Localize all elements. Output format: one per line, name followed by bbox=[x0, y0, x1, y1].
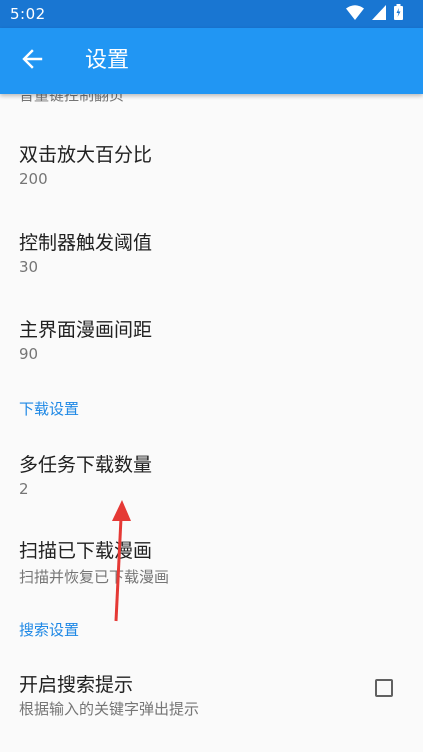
page-title: 设置 bbox=[85, 48, 130, 73]
setting-summary: 200 bbox=[19, 170, 48, 188]
setting-summary: 90 bbox=[19, 345, 39, 363]
partial-setting-summary: 音量键控制翻页 bbox=[19, 94, 125, 104]
setting-multitask-download-count[interactable]: 多任务下载数量 2 bbox=[0, 422, 423, 510]
status-time: 5:02 bbox=[10, 5, 46, 23]
setting-controller-threshold[interactable]: 控制器触发阈值 30 bbox=[0, 202, 423, 289]
settings-list[interactable]: 音量键控制翻页 双击放大百分比 200 控制器触发阈值 30 主界面漫画间距 9… bbox=[0, 94, 423, 752]
arrow-back-icon bbox=[21, 48, 43, 74]
setting-comic-spacing[interactable]: 主界面漫画间距 90 bbox=[0, 289, 423, 374]
setting-scan-downloaded[interactable]: 扫描已下载漫画 扫描并恢复已下载漫画 bbox=[0, 510, 423, 598]
setting-title: 控制器触发阈值 bbox=[19, 232, 153, 254]
category-search-settings: 搜索设置 bbox=[19, 621, 80, 639]
setting-title: 扫描已下载漫画 bbox=[19, 540, 153, 562]
setting-summary: 2 bbox=[19, 480, 29, 498]
battery-icon bbox=[394, 4, 403, 24]
setting-double-tap-zoom[interactable]: 双击放大百分比 200 bbox=[0, 116, 423, 202]
setting-summary: 根据输入的关键字弹出提示 bbox=[19, 700, 200, 718]
wifi-icon bbox=[346, 4, 364, 24]
status-bar: 5:02 bbox=[0, 0, 423, 28]
setting-title: 多任务下载数量 bbox=[19, 454, 153, 476]
cell-signal-icon bbox=[372, 4, 386, 24]
category-download-settings: 下载设置 bbox=[19, 400, 80, 418]
setting-summary: 30 bbox=[19, 258, 39, 276]
status-icons bbox=[346, 4, 403, 24]
search-suggestions-checkbox[interactable] bbox=[375, 679, 393, 697]
app-bar: 设置 bbox=[0, 28, 423, 94]
setting-title: 主界面漫画间距 bbox=[19, 319, 153, 341]
setting-search-suggestions[interactable]: 开启搜索提示 根据输入的关键字弹出提示 bbox=[0, 646, 423, 732]
setting-summary: 扫描并恢复已下载漫画 bbox=[19, 568, 170, 586]
back-button[interactable] bbox=[14, 45, 50, 77]
setting-title: 开启搜索提示 bbox=[19, 674, 134, 696]
setting-title: 双击放大百分比 bbox=[19, 144, 153, 166]
